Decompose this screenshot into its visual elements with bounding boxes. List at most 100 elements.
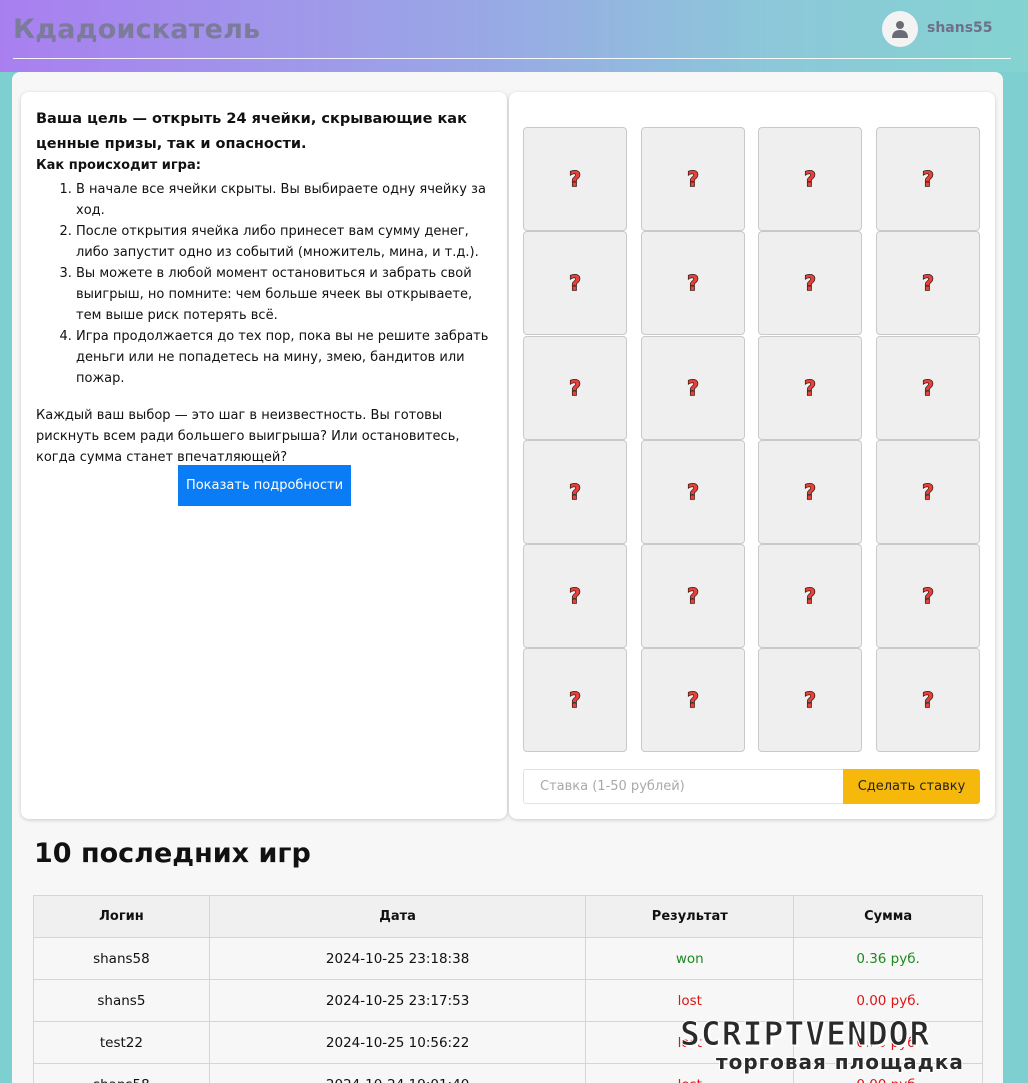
bet-amount-input[interactable]: [523, 769, 844, 804]
cell-symbol: ?: [569, 689, 581, 711]
scriptvendor-watermark: SCRIPTVENDOR торговая площадка: [679, 1014, 1020, 1076]
grid-cell[interactable]: ?: [523, 127, 627, 231]
question-mark-icon: ?: [921, 481, 934, 503]
cell-date: 2024-10-25 23:17:53: [208, 979, 587, 1022]
cell-symbol: ?: [569, 585, 581, 607]
cell-symbol: ?: [922, 168, 934, 190]
grid-cell[interactable]: ?: [876, 336, 980, 440]
cell-symbol: ?: [804, 377, 816, 399]
cell-symbol: ?: [922, 689, 934, 711]
cell-symbol: ?: [804, 272, 816, 294]
cell-symbol: ?: [569, 481, 581, 503]
header-bar: Кдадоискатель shans55: [0, 0, 1028, 72]
grid-cell[interactable]: ?: [876, 648, 980, 752]
question-mark-icon: ?: [568, 377, 581, 399]
question-mark-icon: ?: [803, 585, 816, 607]
watermark-title: SCRIPTVENDOR: [679, 1014, 931, 1054]
how-title: Как происходит игра:: [36, 158, 201, 173]
cell-date: 2024-10-25 23:18:38: [208, 937, 587, 980]
question-mark-icon: ?: [686, 481, 699, 503]
rule-item: В начале все ячейки скрыты. Вы выбираете…: [76, 179, 493, 221]
cell-login: shans5: [33, 979, 210, 1022]
grid-cell[interactable]: ?: [876, 440, 980, 544]
cell-symbol: ?: [687, 689, 699, 711]
cell-symbol: ?: [687, 272, 699, 294]
grid-cell[interactable]: ?: [641, 648, 745, 752]
cell-symbol: ?: [569, 272, 581, 294]
question-mark-icon: ?: [568, 585, 581, 607]
cell-symbol: ?: [922, 481, 934, 503]
show-details-button[interactable]: Показать подробности: [178, 465, 351, 506]
question-mark-icon: ?: [686, 272, 699, 294]
grid-cell[interactable]: ?: [523, 231, 627, 335]
username-label[interactable]: shans55: [927, 20, 993, 36]
cell-symbol: ?: [687, 377, 699, 399]
grid-cell[interactable]: ?: [523, 544, 627, 648]
grid-cell[interactable]: ?: [758, 440, 862, 544]
cell-symbol: ?: [922, 272, 934, 294]
question-mark-icon: ?: [686, 585, 699, 607]
question-mark-icon: ?: [921, 585, 934, 607]
rules-card: Ваша цель — открыть 24 ячейки, скрывающи…: [21, 92, 507, 819]
cell-login: shans58: [33, 1063, 210, 1083]
grid-cell[interactable]: ?: [876, 127, 980, 231]
cell-date: 2024-10-25 10:56:22: [208, 1021, 587, 1064]
user-avatar-icon[interactable]: [882, 11, 918, 47]
grid-cell[interactable]: ?: [641, 544, 745, 648]
grid-cell[interactable]: ?: [876, 544, 980, 648]
question-mark-icon: ?: [568, 168, 581, 190]
cell-symbol: ?: [922, 585, 934, 607]
question-mark-icon: ?: [686, 689, 699, 711]
question-mark-icon: ?: [803, 272, 816, 294]
grid-cell[interactable]: ?: [641, 440, 745, 544]
cell-symbol: ?: [569, 168, 581, 190]
column-header-amount: Сумма: [793, 895, 983, 938]
question-mark-icon: ?: [921, 377, 934, 399]
grid-cell[interactable]: ?: [876, 231, 980, 335]
cell-result: won: [585, 937, 795, 980]
question-mark-icon: ?: [568, 272, 581, 294]
question-mark-icon: ?: [568, 481, 581, 503]
watermark-subtitle: торговая площадка: [716, 1050, 964, 1074]
grid-cell[interactable]: ?: [758, 544, 862, 648]
cell-symbol: ?: [804, 585, 816, 607]
question-mark-icon: ?: [686, 168, 699, 190]
question-mark-icon: ?: [686, 377, 699, 399]
cell-symbol: ?: [687, 168, 699, 190]
cell-symbol: ?: [804, 689, 816, 711]
grid-cell[interactable]: ?: [758, 127, 862, 231]
grid-cell[interactable]: ?: [523, 648, 627, 752]
cell-symbol: ?: [804, 168, 816, 190]
question-mark-icon: ?: [568, 689, 581, 711]
grid-cell[interactable]: ?: [641, 336, 745, 440]
grid-cell[interactable]: ?: [758, 336, 862, 440]
grid-cell[interactable]: ?: [758, 231, 862, 335]
grid-cell[interactable]: ?: [641, 127, 745, 231]
question-mark-icon: ?: [803, 689, 816, 711]
grid-cell[interactable]: ?: [523, 440, 627, 544]
rules-list: В начале все ячейки скрыты. Вы выбираете…: [76, 179, 493, 389]
history-title: 10 последних игр: [34, 838, 311, 869]
rule-item: После открытия ячейка либо принесет вам …: [76, 221, 493, 263]
place-bet-button[interactable]: Сделать ставку: [843, 769, 980, 804]
question-mark-icon: ?: [921, 168, 934, 190]
table-header-row: Логин Дата Результат Сумма: [33, 895, 983, 938]
grid-cell[interactable]: ?: [641, 231, 745, 335]
cell-symbol: ?: [687, 585, 699, 607]
cell-symbol: ?: [687, 481, 699, 503]
cell-date: 2024-10-24 19:01:40: [208, 1063, 587, 1083]
question-mark-icon: ?: [803, 481, 816, 503]
grid-cell[interactable]: ?: [523, 336, 627, 440]
question-mark-icon: ?: [803, 377, 816, 399]
cell-symbol: ?: [569, 377, 581, 399]
header-divider: [13, 58, 1011, 59]
brand-logo[interactable]: Кдадоискатель: [13, 14, 260, 45]
grid-cell[interactable]: ?: [758, 648, 862, 752]
cell-amount: 0.36 руб.: [793, 937, 983, 980]
question-mark-icon: ?: [803, 168, 816, 190]
question-mark-icon: ?: [921, 689, 934, 711]
cell-login: test22: [33, 1021, 210, 1064]
cell-login: shans58: [33, 937, 210, 980]
cell-symbol: ?: [804, 481, 816, 503]
intro-paragraph: Каждый ваш выбор — это шаг в неизвестнос…: [36, 408, 460, 465]
